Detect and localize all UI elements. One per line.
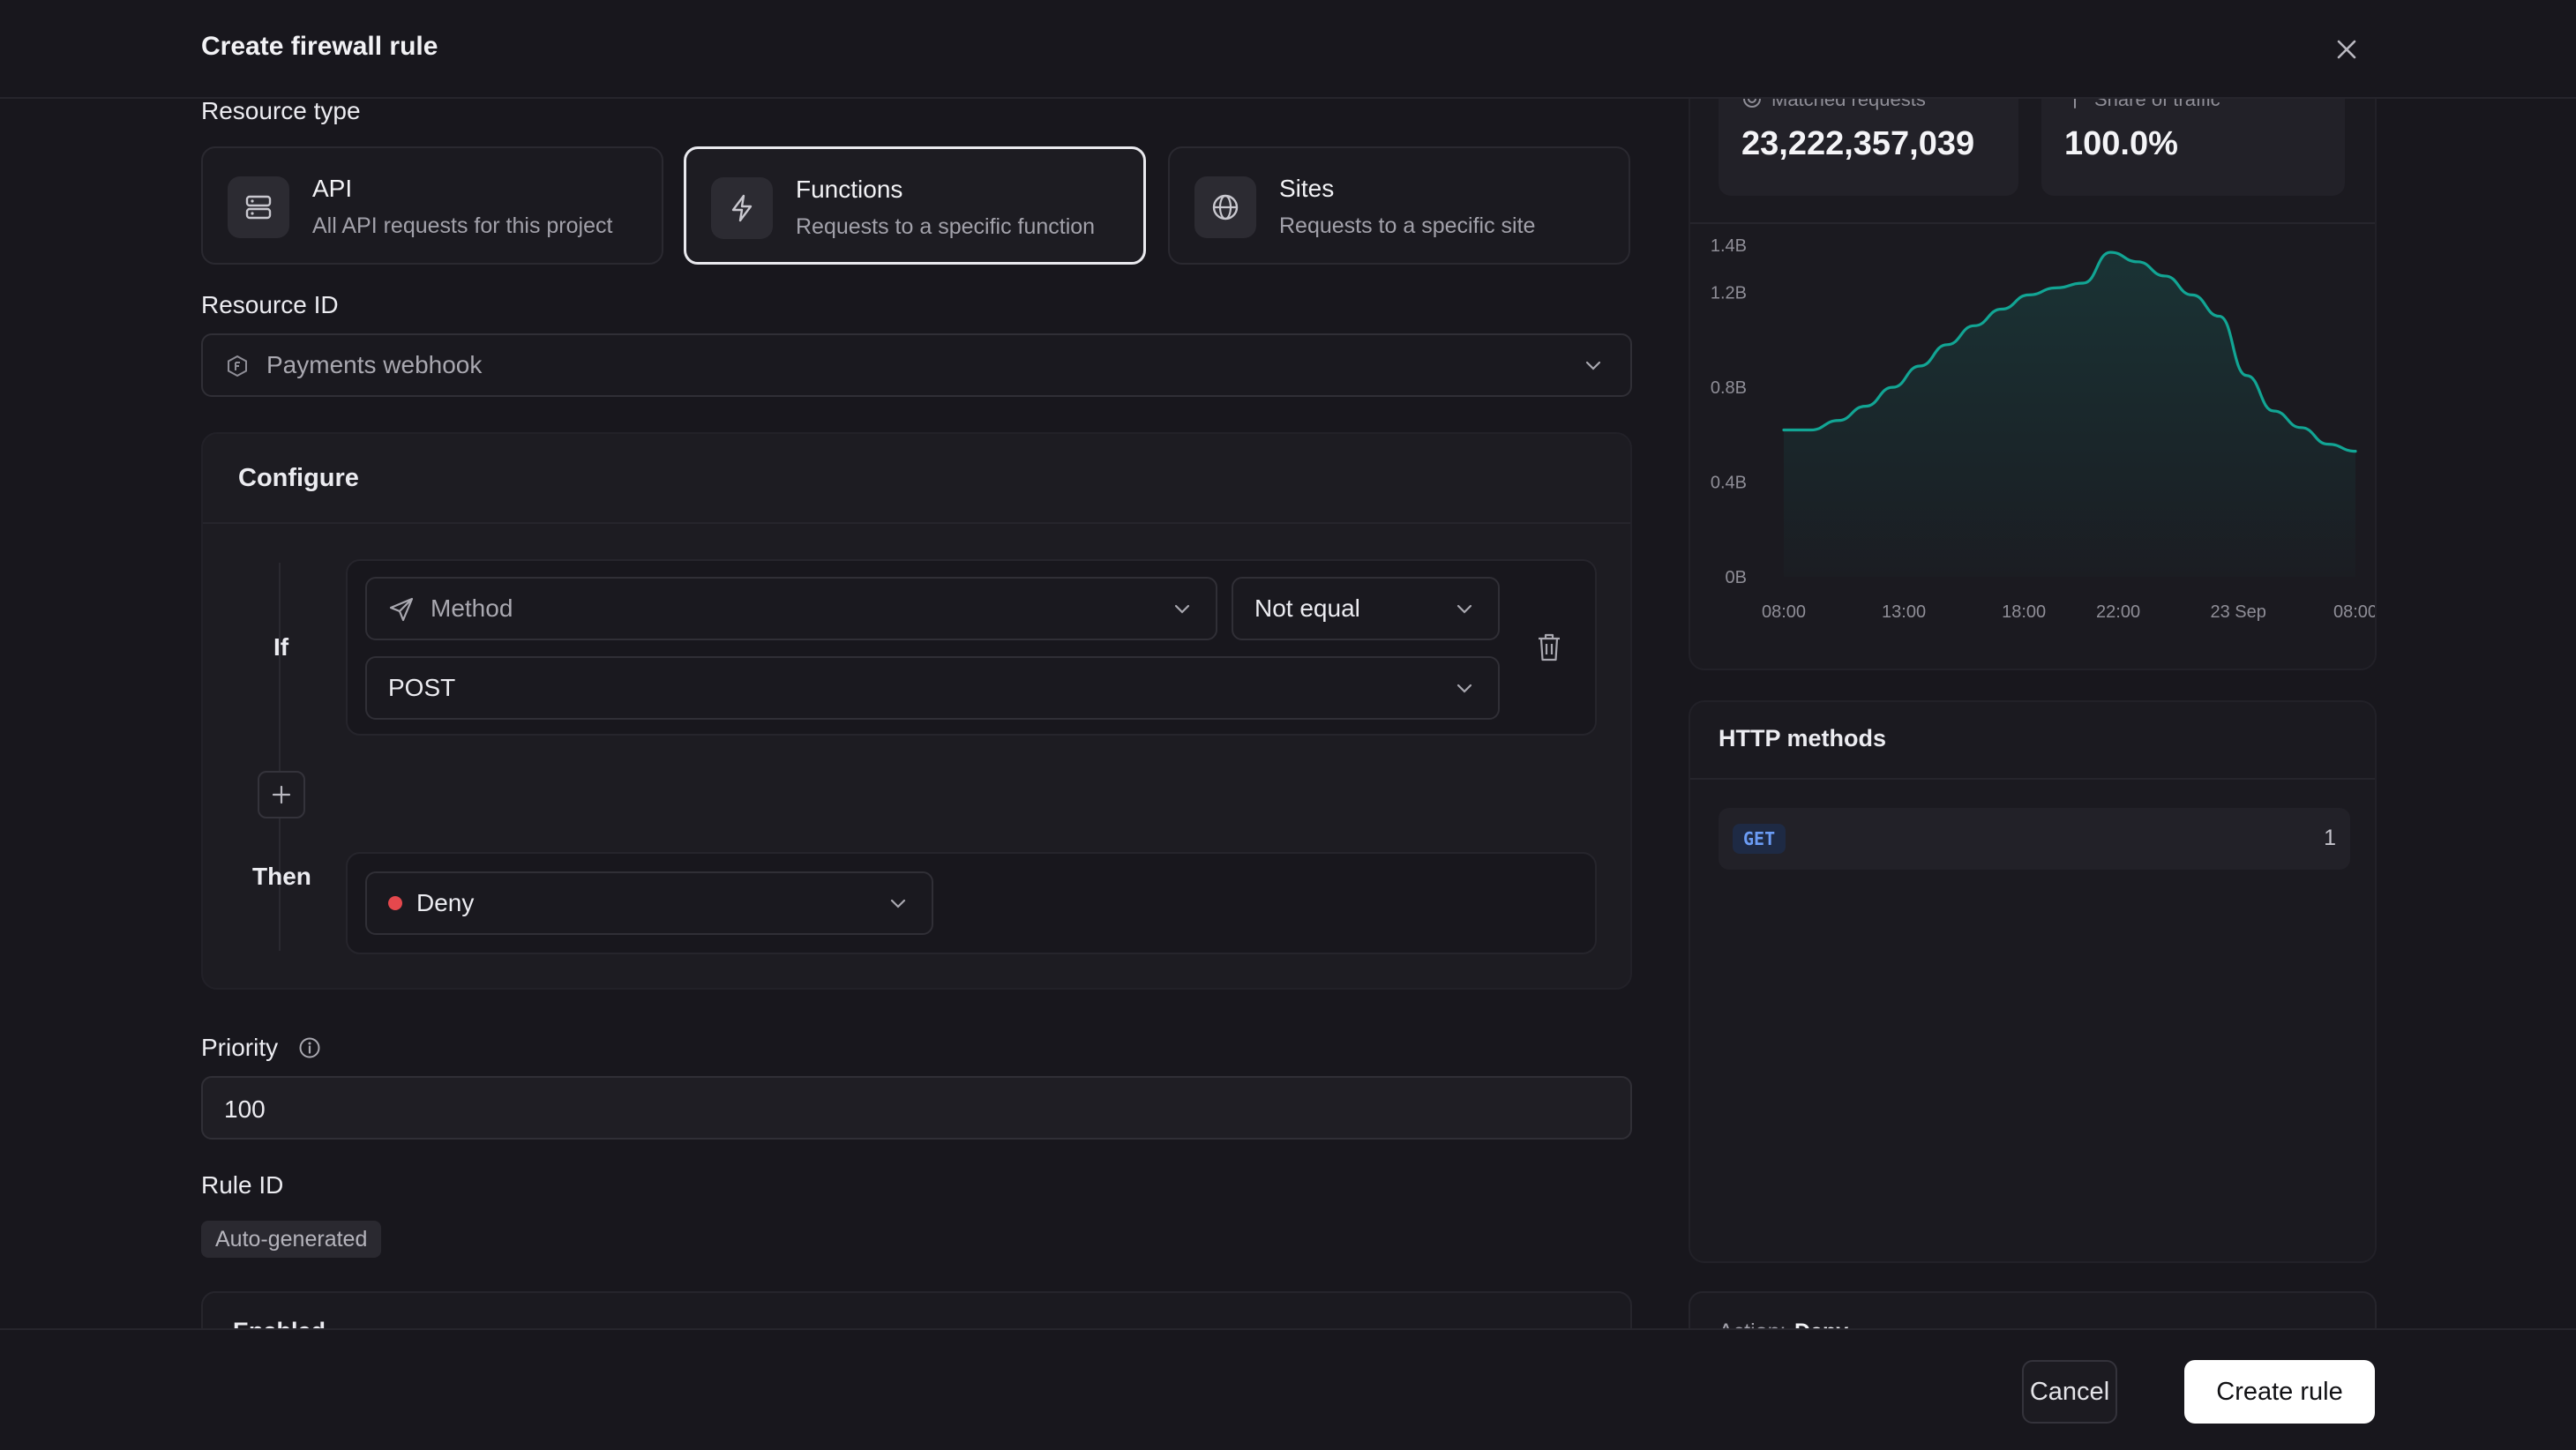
cancel-button[interactable]: Cancel <box>2022 1360 2117 1424</box>
resource-id-label: Resource ID <box>201 291 339 318</box>
then-label: Then <box>252 863 311 890</box>
if-label: If <box>273 633 289 661</box>
x-tick-label: 18:00 <box>2002 602 2046 622</box>
dialog-header: Create firewall rule <box>0 0 2576 99</box>
resource-type-description: Requests to a specific site <box>1279 213 1536 238</box>
chevron-down-icon <box>890 899 906 908</box>
plus-icon <box>272 785 291 804</box>
http-methods-panel: HTTP methods GET 1 <box>1689 700 2377 1263</box>
y-tick-label: 1.4B <box>1711 236 1747 256</box>
traffic-panel: Matched requests 23,222,357,039 Share of… <box>1689 71 2377 670</box>
action-group: Deny <box>346 852 1597 954</box>
http-methods-header: HTTP methods <box>1690 702 2375 780</box>
x-tick-label: 08:00 <box>2333 602 2377 622</box>
action-value: Deny <box>416 889 475 916</box>
firewall-rule-dialog: Create firewall rule Resource type API A… <box>0 0 2576 1450</box>
resource-type-description: Requests to a specific function <box>796 214 1096 239</box>
resource-type-title: API <box>312 175 353 202</box>
http-method-count: 1 <box>2324 826 2336 850</box>
condition-operator-select[interactable]: Not equal <box>1232 577 1500 640</box>
condition-group: Method Not equal POST <box>346 559 1597 736</box>
chevron-down-icon <box>1456 684 1472 693</box>
resource-type-title: Sites <box>1279 175 1335 202</box>
condition-operator-value: Not equal <box>1254 594 1360 622</box>
resource-type-description: All API requests for this project <box>312 213 613 238</box>
y-tick-label: 0.8B <box>1711 378 1747 398</box>
server-icon <box>228 176 289 238</box>
close-icon[interactable] <box>2329 32 2364 67</box>
dialog-title: Create firewall rule <box>201 32 438 61</box>
http-method-tag: GET <box>1733 824 1786 854</box>
y-tick-label: 0B <box>1726 568 1747 587</box>
http-methods-title: HTTP methods <box>1719 725 1887 751</box>
resource-type-label: Resource type <box>201 97 361 124</box>
rule-id-label: Rule ID <box>201 1171 284 1199</box>
condition-value-select[interactable]: POST <box>365 656 1500 720</box>
trash-icon[interactable] <box>1535 632 1567 667</box>
http-method-row: GET 1 <box>1719 808 2350 870</box>
condition-value: POST <box>388 674 456 701</box>
traffic-area <box>1784 252 2355 577</box>
rule-id-badge: Auto-generated <box>201 1221 382 1258</box>
traffic-share-value: 100.0% <box>2064 125 2178 162</box>
priority-label: Priority <box>201 1034 279 1061</box>
x-tick-label: 13:00 <box>1882 602 1926 622</box>
dialog-footer: Cancel Create rule <box>0 1328 2576 1450</box>
y-tick-label: 0.4B <box>1711 474 1747 493</box>
x-tick-label: 22:00 <box>2096 602 2140 622</box>
condition-field-value: Method <box>431 594 513 622</box>
configure-title: Configure <box>238 464 359 492</box>
configure-header: Configure <box>203 434 1630 524</box>
x-tick-label: 08:00 <box>1762 602 1806 622</box>
configure-section: Configure If Method Not equal POST Then … <box>201 432 1632 990</box>
resource-id-value: Payments webhook <box>266 351 483 378</box>
globe-icon <box>1194 176 1256 238</box>
status-dot <box>388 896 402 910</box>
send-icon <box>388 596 415 627</box>
resource-type-sites[interactable]: Sites Requests to a specific site <box>1168 146 1630 265</box>
x-tick-label: 23 Sep <box>2210 602 2265 622</box>
chevron-down-icon <box>1174 604 1190 614</box>
traffic-chart: 1.4B 1.2B 0.8B 0.4B 0B 08:00 13:00 18:00 22:00 2… <box>1711 236 2377 622</box>
priority-value: 100 <box>224 1095 266 1123</box>
function-icon <box>226 355 249 382</box>
create-rule-button[interactable]: Create rule <box>2184 1360 2375 1424</box>
rule-connector-line <box>279 563 281 951</box>
resource-type-functions[interactable]: Functions Requests to a specific functio… <box>684 146 1146 265</box>
priority-input[interactable]: 100 <box>201 1076 1632 1140</box>
resource-type-api[interactable]: API All API requests for this project <box>201 146 663 265</box>
chevron-down-icon <box>1456 604 1472 614</box>
resource-type-title: Functions <box>796 176 903 203</box>
resource-id-select[interactable]: Payments webhook <box>201 333 1632 397</box>
chevron-down-icon <box>1585 361 1601 370</box>
matched-requests-value: 23,222,357,039 <box>1741 125 1975 162</box>
action-select[interactable]: Deny <box>365 871 933 935</box>
condition-field-select[interactable]: Method <box>365 577 1217 640</box>
add-condition-button[interactable] <box>258 771 305 818</box>
lightning-icon <box>711 177 773 239</box>
y-tick-label: 1.2B <box>1711 284 1747 303</box>
info-icon[interactable] <box>298 1036 321 1064</box>
